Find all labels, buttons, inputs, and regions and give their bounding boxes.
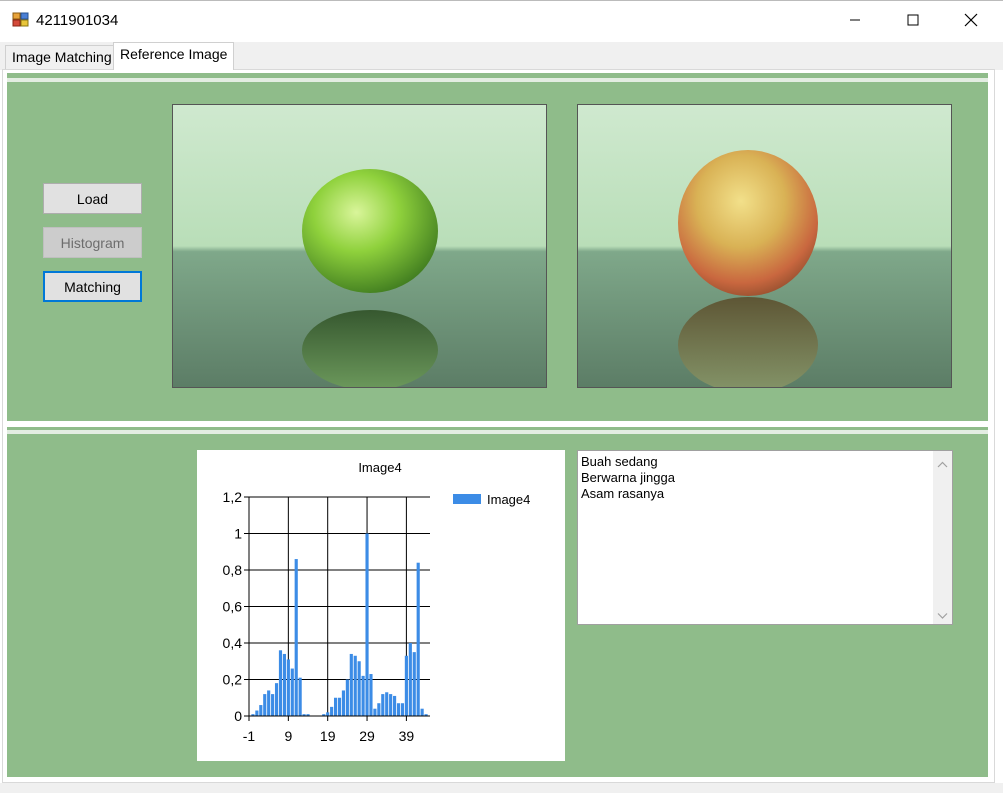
histogram-bar bbox=[396, 703, 401, 716]
histogram-bar bbox=[298, 677, 302, 716]
x-tick-label: 19 bbox=[320, 728, 336, 744]
histogram-bar bbox=[420, 708, 424, 716]
histogram-bar bbox=[361, 675, 365, 716]
histogram-bar bbox=[263, 694, 267, 716]
histogram-bar bbox=[381, 694, 385, 716]
maximize-button[interactable] bbox=[884, 0, 942, 42]
bottom-panel-separator bbox=[7, 430, 988, 434]
histogram-bar bbox=[278, 650, 283, 716]
histogram-bar bbox=[357, 661, 361, 716]
close-button[interactable] bbox=[942, 0, 1000, 42]
histogram-bar bbox=[330, 706, 334, 716]
y-tick-label: 0,6 bbox=[223, 599, 243, 615]
minimize-button[interactable] bbox=[826, 0, 884, 42]
y-tick-label: 1 bbox=[234, 526, 242, 542]
description-text: Buah sedang Berwarna jingga Asam rasanya bbox=[581, 454, 675, 502]
matching-button[interactable]: Matching bbox=[43, 271, 142, 302]
y-tick-label: 0 bbox=[234, 708, 242, 724]
description-line: Asam rasanya bbox=[581, 486, 665, 501]
histogram-bar bbox=[377, 703, 381, 716]
histogram-bar bbox=[369, 674, 373, 716]
description-line: Berwarna jingga bbox=[581, 470, 675, 485]
histogram-chart: Image4 0 0,2 0,4 0,6 0,8 1 1,2 -1 9 19 29 39 Image4 bbox=[197, 450, 565, 761]
tab-reference-image[interactable]: Reference Image bbox=[113, 42, 235, 70]
load-button[interactable]: Load bbox=[43, 183, 142, 214]
histogram-bar bbox=[345, 679, 349, 716]
histogram-bar bbox=[337, 697, 342, 716]
x-tick-label: 29 bbox=[359, 728, 375, 744]
histogram-bar bbox=[271, 694, 275, 716]
histogram-bar bbox=[412, 652, 416, 716]
histogram-bar bbox=[282, 653, 286, 716]
x-tick-label: 9 bbox=[284, 728, 292, 744]
histogram-bar bbox=[385, 692, 389, 716]
histogram-bar bbox=[341, 690, 346, 716]
histogram-bar bbox=[389, 694, 393, 716]
y-tick-label: 0,4 bbox=[223, 635, 243, 651]
legend-label: Image4 bbox=[487, 492, 530, 507]
maximize-icon bbox=[907, 14, 919, 29]
y-tick-label: 0,2 bbox=[223, 672, 243, 688]
histogram-bar bbox=[393, 695, 397, 716]
chart-title: Image4 bbox=[358, 460, 401, 475]
scroll-down-icon[interactable] bbox=[937, 608, 948, 623]
histogram-bar bbox=[408, 643, 412, 716]
histogram-bar bbox=[333, 697, 338, 716]
histogram-bar bbox=[274, 683, 279, 716]
window-bottom-edge bbox=[0, 783, 1003, 793]
legend-swatch bbox=[453, 494, 481, 504]
histogram-bar bbox=[400, 703, 405, 716]
histogram-bar bbox=[267, 690, 271, 716]
histogram-bar bbox=[290, 668, 294, 716]
histogram-bar bbox=[404, 655, 408, 716]
histogram-bar bbox=[255, 710, 259, 716]
minimize-icon bbox=[849, 14, 861, 29]
histogram-bar bbox=[259, 705, 263, 716]
histogram-button[interactable]: Histogram bbox=[43, 227, 142, 258]
x-tick-label: -1 bbox=[243, 728, 256, 744]
histogram-bar bbox=[326, 712, 330, 716]
histogram-bar bbox=[286, 659, 290, 716]
description-textbox[interactable]: Buah sedang Berwarna jingga Asam rasanya bbox=[577, 450, 953, 625]
description-line: Buah sedang bbox=[581, 454, 658, 469]
y-tick-label: 0,8 bbox=[223, 562, 243, 578]
histogram-bar bbox=[416, 562, 420, 716]
histogram-bar bbox=[353, 655, 357, 716]
app-icon bbox=[12, 12, 30, 28]
y-tick-label: 1,2 bbox=[223, 489, 243, 505]
x-tick-label: 39 bbox=[399, 728, 415, 744]
histogram-bar bbox=[365, 533, 369, 716]
top-panel-separator bbox=[7, 78, 988, 82]
chart-svg: Image4 0 0,2 0,4 0,6 0,8 1 1,2 -1 9 19 29 39 Image4 bbox=[223, 460, 531, 744]
histogram-bar bbox=[373, 708, 377, 716]
vertical-scrollbar[interactable] bbox=[933, 451, 952, 624]
tab-image-matching[interactable]: Image Matching bbox=[5, 45, 119, 69]
close-icon bbox=[964, 13, 978, 30]
histogram-bar bbox=[349, 653, 353, 716]
query-image bbox=[172, 104, 547, 388]
reference-image bbox=[577, 104, 952, 388]
scroll-up-icon[interactable] bbox=[937, 457, 948, 472]
histogram-bar bbox=[294, 559, 298, 716]
window-title: 4211901034 bbox=[36, 12, 119, 29]
